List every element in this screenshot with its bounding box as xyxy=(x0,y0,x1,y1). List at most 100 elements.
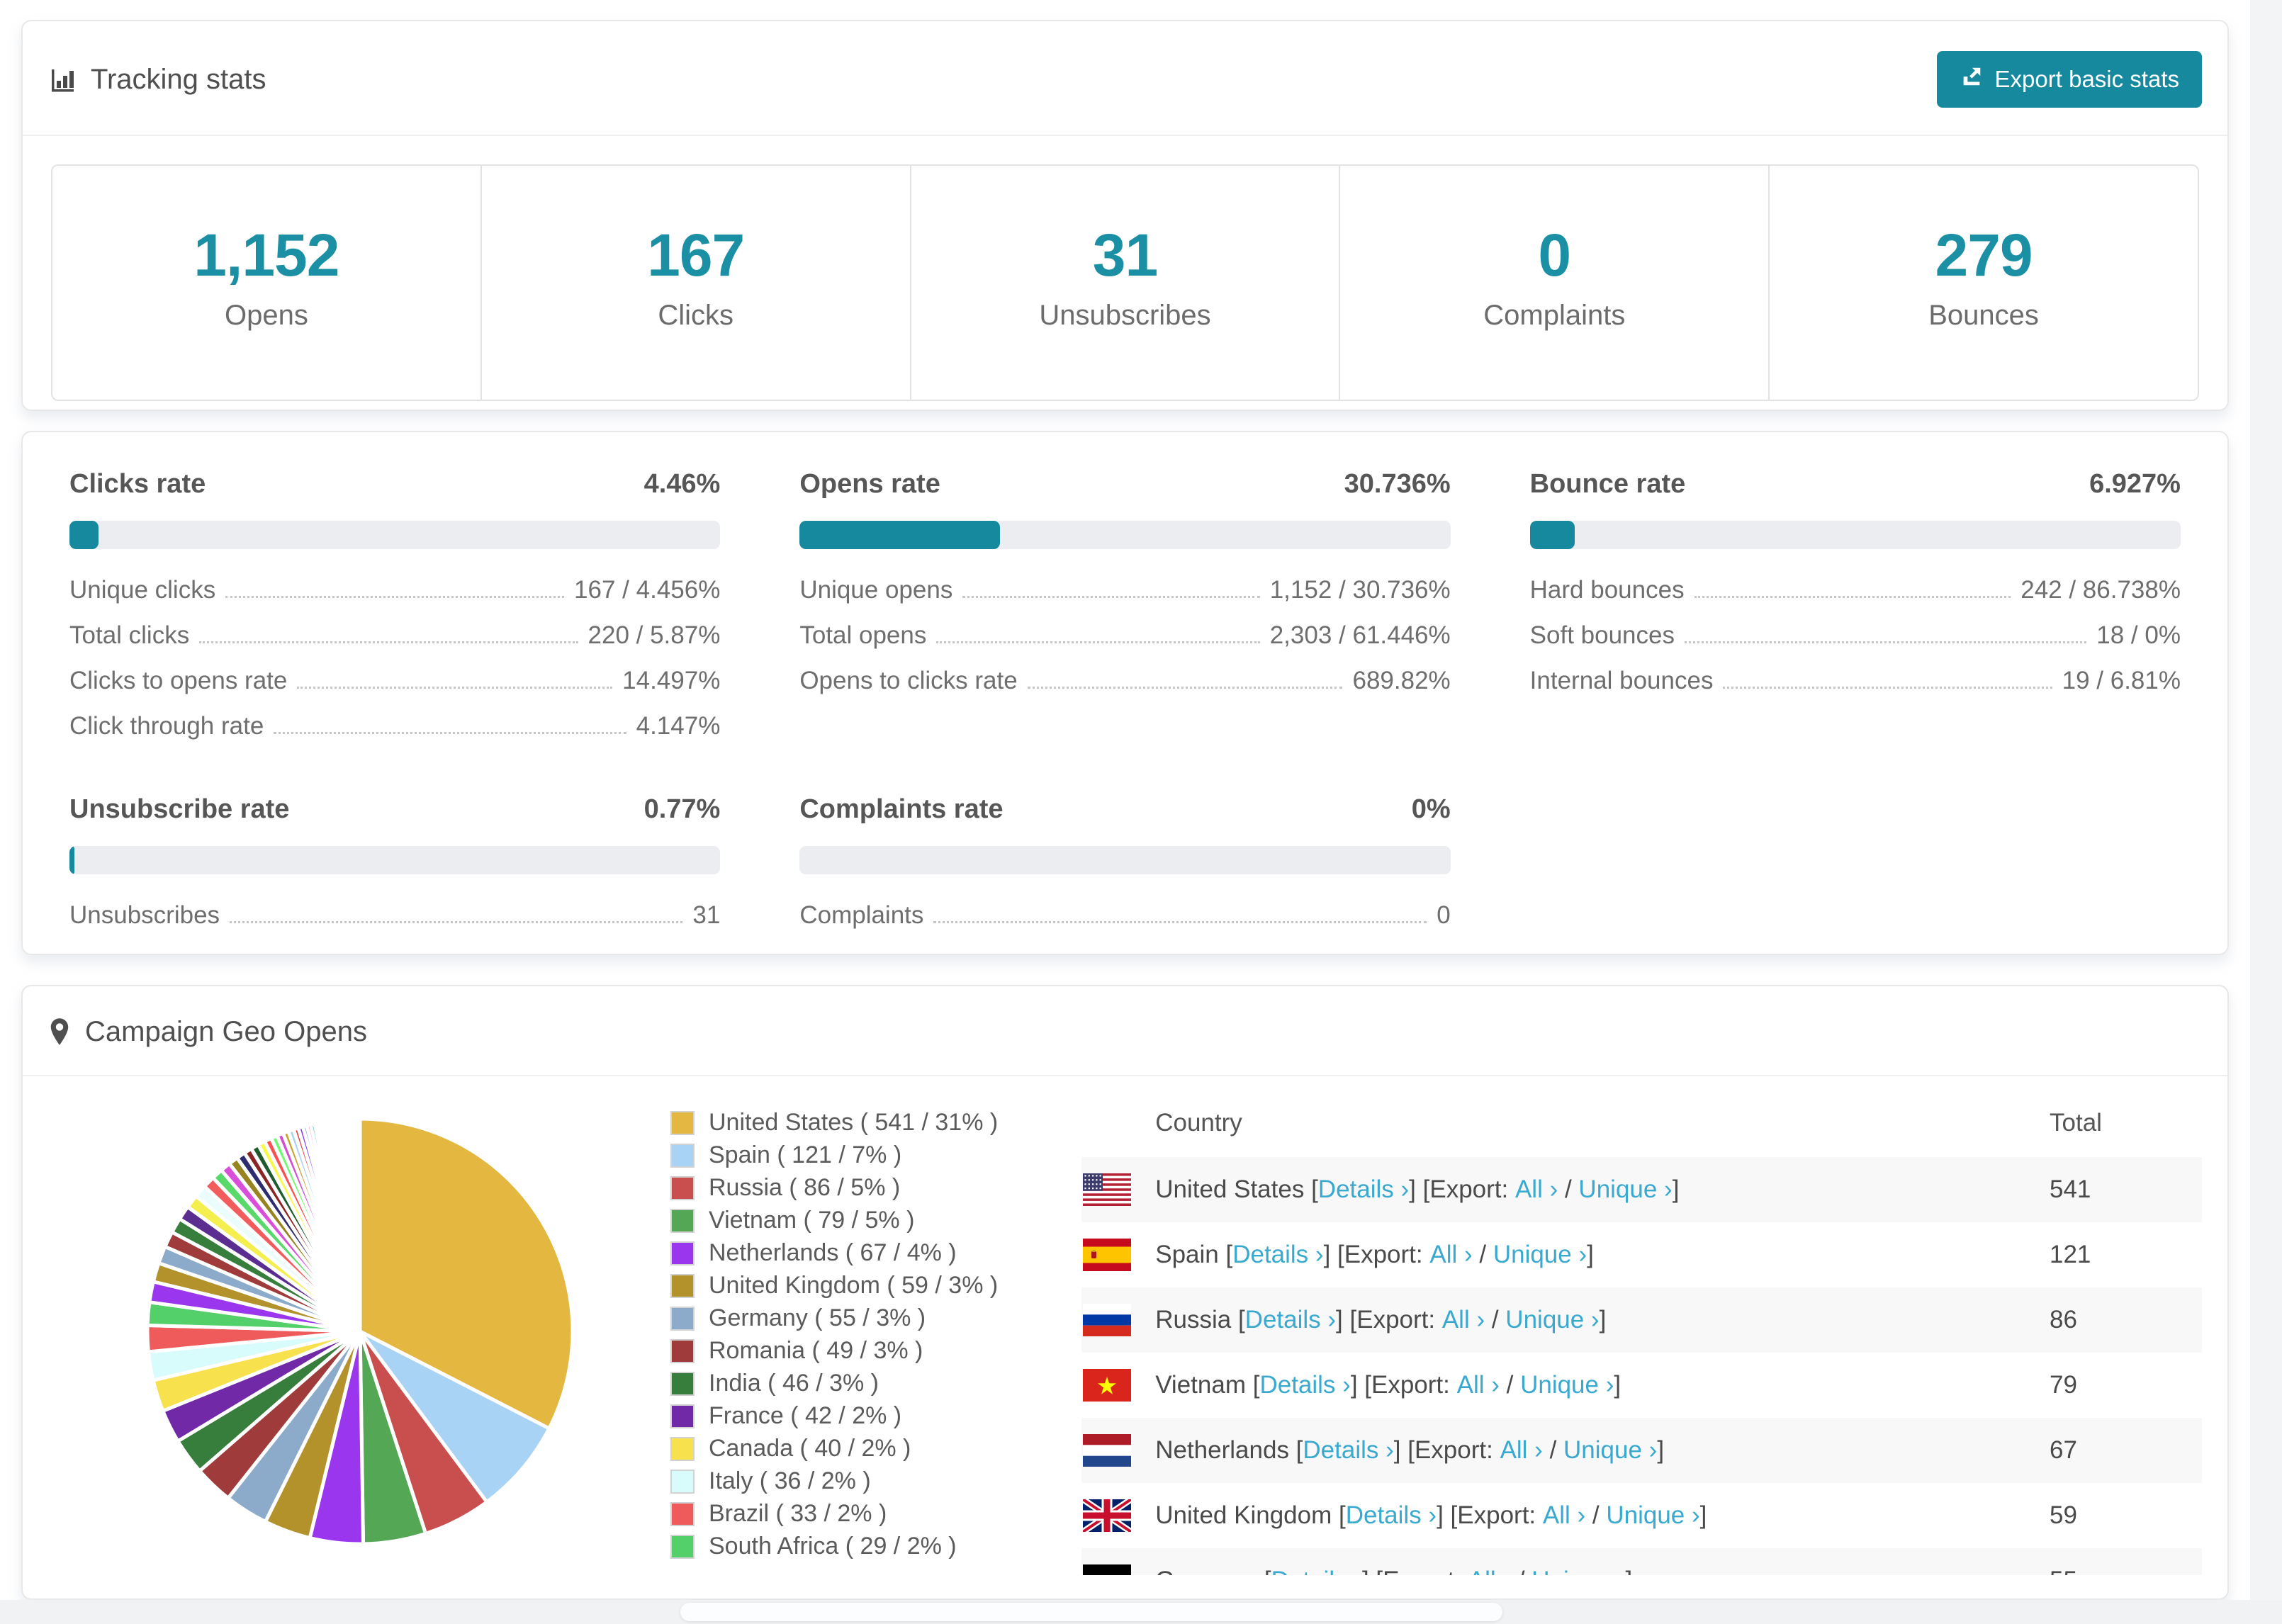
dotted-leader xyxy=(962,596,1260,598)
rate-row-value: 167 / 4.456% xyxy=(574,576,721,604)
legend-swatch xyxy=(670,1436,695,1461)
legend-label: Vietnam ( 79 / 5% ) xyxy=(709,1207,915,1234)
export-basic-stats-button[interactable]: Export basic stats xyxy=(1936,51,2202,108)
table-row: United Kingdom [Details ›] [Export: All … xyxy=(1081,1483,2202,1548)
rate-title: Unsubscribe rate xyxy=(69,794,290,824)
details-link[interactable]: Details › xyxy=(1245,1306,1336,1334)
legend-label: United States ( 541 / 31% ) xyxy=(709,1109,999,1136)
details-link[interactable]: Details › xyxy=(1232,1241,1323,1269)
bracket-text: ] [Export: xyxy=(1336,1306,1442,1333)
rate-row-value: 1,152 / 30.736% xyxy=(1269,576,1451,604)
legend-label: Italy ( 36 / 2% ) xyxy=(709,1467,871,1494)
legend-item: United Kingdom ( 59 / 3% ) xyxy=(670,1272,998,1299)
rate-row-label: Click through rate xyxy=(69,712,264,740)
vertical-scrollbar-track[interactable] xyxy=(2250,0,2282,1624)
table-cell-total: 541 xyxy=(2050,1175,2091,1203)
legend-label: United Kingdom ( 59 / 3% ) xyxy=(709,1272,999,1299)
export-all-link[interactable]: All › xyxy=(1442,1306,1485,1334)
bracket-text: [ xyxy=(1225,1241,1233,1268)
bracket-text: [ xyxy=(1237,1306,1245,1333)
export-all-link[interactable]: All › xyxy=(1515,1175,1558,1204)
flag-es-icon xyxy=(1083,1239,1132,1271)
details-link[interactable]: Details › xyxy=(1259,1371,1350,1399)
legend-swatch xyxy=(670,1469,695,1494)
geo-title-wrap: Campaign Geo Opens xyxy=(48,1016,367,1048)
export-all-link[interactable]: All › xyxy=(1457,1371,1500,1399)
table-row: Netherlands [Details ›] [Export: All › /… xyxy=(1081,1418,2202,1483)
dotted-leader xyxy=(933,921,1427,923)
rate-rows: Unique clicks 167 / 4.456% Total clicks 220… xyxy=(69,568,720,749)
export-unique-link[interactable]: Unique › xyxy=(1493,1241,1587,1269)
export-all-link[interactable]: All › xyxy=(1468,1567,1511,1575)
horizontal-scrollbar-track[interactable] xyxy=(0,1600,2282,1624)
bracket-text: [ xyxy=(1264,1567,1271,1575)
bracket-text: ] xyxy=(1614,1371,1621,1399)
bracket-text: ] [Export: xyxy=(1437,1501,1543,1529)
legend-item: France ( 42 / 2% ) xyxy=(670,1402,998,1430)
rate-row-label: Soft bounces xyxy=(1529,621,1675,649)
details-link[interactable]: Details › xyxy=(1271,1567,1362,1575)
rate-row: Unique clicks 167 / 4.456% xyxy=(69,568,720,613)
rate-title: Opens rate xyxy=(799,469,940,499)
legend-swatch xyxy=(670,1306,695,1331)
rate-row: Unsubscribes 31 xyxy=(69,893,720,938)
flag-gb-icon xyxy=(1083,1499,1132,1532)
clipped-row-wrap: Germany [Details ›] [Export: All › / Uni… xyxy=(1081,1548,2202,1575)
tracking-stats-card: Tracking stats Export basic stats 1,152 O… xyxy=(21,20,2229,411)
details-link[interactable]: Details › xyxy=(1346,1501,1437,1530)
table-row: United States [Details ›] [Export: All ›… xyxy=(1081,1157,2202,1222)
rate-row-value: 220 / 5.87% xyxy=(588,621,721,649)
country-name: United States xyxy=(1155,1175,1312,1203)
rate-row-value: 31 xyxy=(692,901,721,929)
stat-value: 31 xyxy=(1092,222,1158,288)
export-unique-link[interactable]: Unique › xyxy=(1531,1567,1625,1575)
table-cell-total: 55 xyxy=(2050,1567,2202,1575)
export-unique-link[interactable]: Unique › xyxy=(1563,1436,1657,1465)
export-unique-link[interactable]: Unique › xyxy=(1606,1501,1699,1530)
legend-item: India ( 46 / 3% ) xyxy=(670,1370,998,1397)
rate-block: Unsubscribe rate 0.77% Unsubscribes 31 xyxy=(69,794,721,938)
rate-title: Clicks rate xyxy=(69,469,206,499)
rate-title: Bounce rate xyxy=(1529,469,1686,499)
legend-label: South Africa ( 29 / 2% ) xyxy=(709,1533,957,1560)
export-all-link[interactable]: All › xyxy=(1500,1436,1543,1465)
rate-block: Opens rate 30.736% Unique opens 1,152 / 30.… xyxy=(799,469,1451,749)
details-link[interactable]: Details › xyxy=(1318,1175,1409,1204)
bracket-text: [ xyxy=(1311,1175,1318,1203)
flag-de-icon xyxy=(1083,1564,1132,1575)
campaign-geo-opens-card: Campaign Geo Opens United States ( 541 /… xyxy=(21,985,2229,1600)
export-all-link[interactable]: All › xyxy=(1429,1241,1472,1269)
stat-label: Clicks xyxy=(658,300,734,331)
legend-label: India ( 46 / 3% ) xyxy=(709,1370,879,1397)
geo-legend: United States ( 541 / 31% ) Spain ( 121 /… xyxy=(670,1109,998,1575)
table-cell-total: 86 xyxy=(2050,1306,2077,1333)
summary-strip: 1,152 Opens 167 Clicks 31 Unsubscribes 0 Compla… xyxy=(51,164,2199,401)
legend-label: Germany ( 55 / 3% ) xyxy=(709,1304,926,1331)
details-link[interactable]: Details › xyxy=(1303,1436,1393,1465)
rate-row-label: Clicks to opens rate xyxy=(69,667,288,694)
summary-stat-cell: 31 Unsubscribes xyxy=(911,166,1341,400)
dotted-leader xyxy=(1694,596,2011,598)
rate-row: Soft bounces 18 / 0% xyxy=(1530,613,2181,658)
legend-label: Brazil ( 33 / 2% ) xyxy=(709,1500,887,1527)
flag-nl-icon xyxy=(1083,1434,1132,1467)
export-unique-link[interactable]: Unique › xyxy=(1578,1175,1672,1204)
legend-swatch xyxy=(670,1241,695,1265)
rate-row: Clicks to opens rate 14.497% xyxy=(69,658,720,704)
horizontal-scrollbar-thumb[interactable] xyxy=(680,1603,1502,1621)
bracket-text: ] xyxy=(1587,1241,1594,1268)
export-unique-link[interactable]: Unique › xyxy=(1505,1306,1599,1334)
export-all-link[interactable]: All › xyxy=(1543,1501,1585,1530)
table-cell-country: United Kingdom [Details ›] [Export: All … xyxy=(1155,1501,2050,1530)
dotted-leader xyxy=(1027,687,1343,689)
rate-header: Complaints rate 0% xyxy=(799,794,1450,825)
progress-bar xyxy=(69,521,721,549)
table-cell-country: Spain [Details ›] [Export: All › / Uniqu… xyxy=(1155,1241,2050,1269)
rate-title: Complaints rate xyxy=(799,794,1004,824)
export-unique-link[interactable]: Unique › xyxy=(1520,1371,1614,1399)
separator-text: / xyxy=(1499,1371,1521,1399)
country-name: Germany xyxy=(1155,1567,1264,1575)
geo-table-header: Country Total xyxy=(1081,1096,2202,1157)
stat-label: Unsubscribes xyxy=(1039,300,1211,331)
table-row: Spain [Details ›] [Export: All › / Uniqu… xyxy=(1081,1222,2202,1287)
